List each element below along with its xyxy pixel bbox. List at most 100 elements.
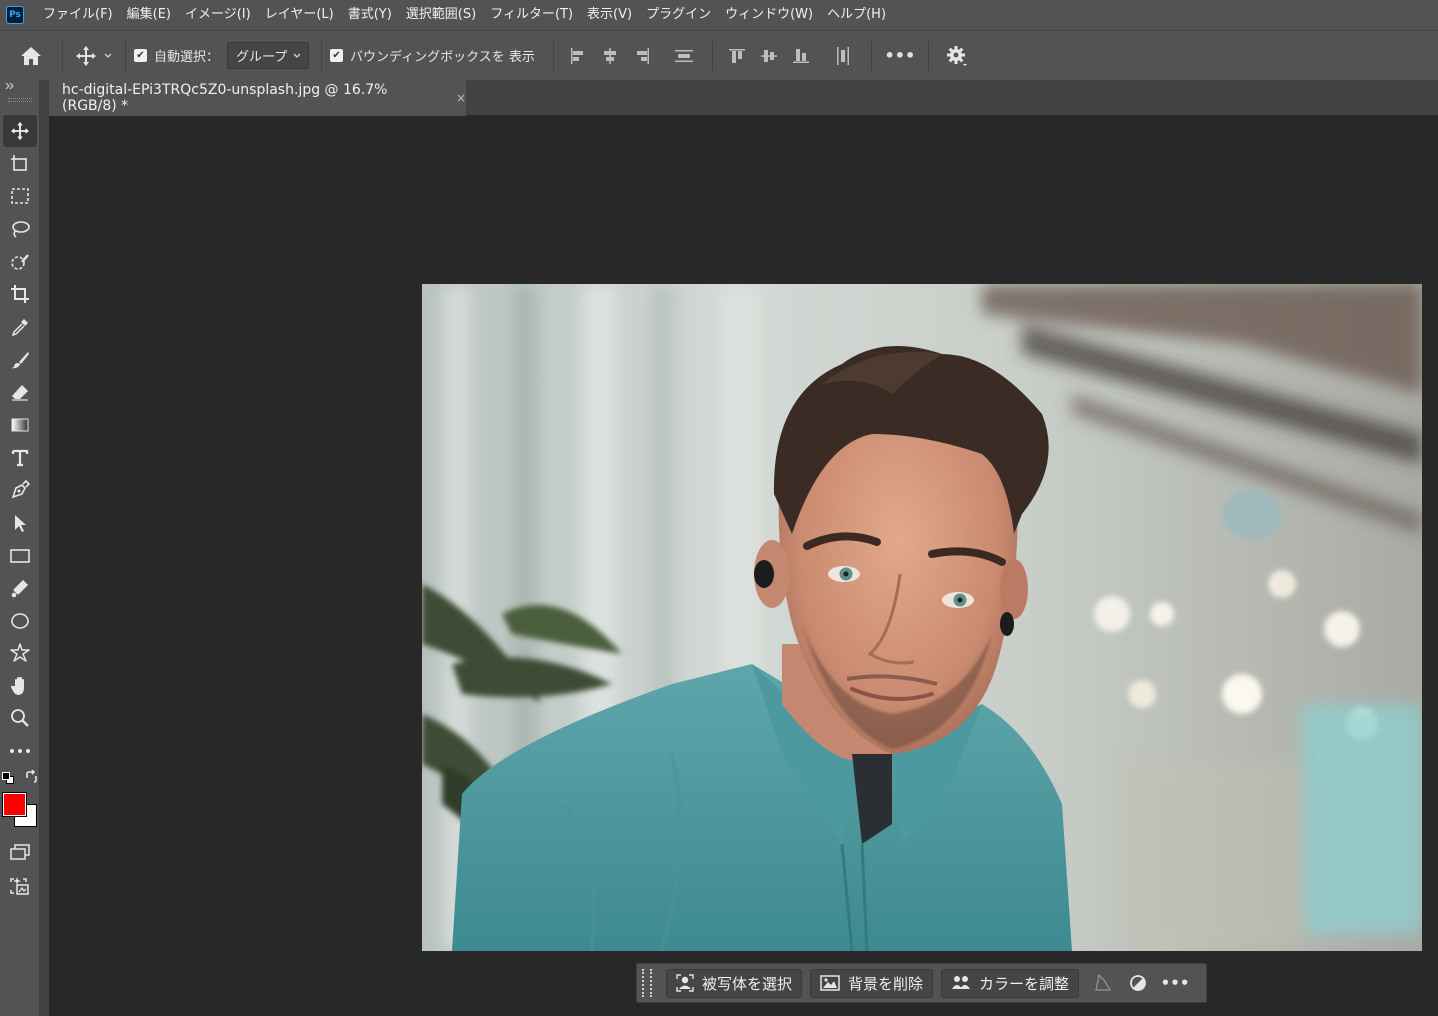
align-horizontal-center-icon [603,47,616,64]
distribute-vertical-button[interactable] [668,47,700,65]
chevron-down-icon [104,53,112,58]
tool-custom-shape[interactable] [0,637,40,669]
tool-quick-mask[interactable] [0,836,40,868]
align-right-icon [636,47,649,64]
distribute-horizontal-icon [836,46,849,65]
menu-help[interactable]: ヘルプ(H) [820,0,893,30]
adjust-color-icon [952,976,971,989]
screen-mode-icon [10,844,30,860]
adjust-color-button[interactable]: カラーを調整 [941,968,1080,998]
menu-layer[interactable]: レイヤー(L) [258,0,341,30]
panel-divider [40,80,49,1016]
tool-lasso[interactable] [0,213,40,245]
tool-more[interactable] [0,735,40,767]
mask-button[interactable] [1119,974,1157,992]
bounding-box-label: バウンディングボックスを 表示 [350,50,535,65]
lasso-icon [12,221,30,238]
tool-eraser[interactable] [0,376,40,408]
document-canvas-image[interactable] [422,284,1422,951]
panel-grip[interactable] [8,98,32,102]
align-bottom-icon [792,48,809,63]
menu-select[interactable]: 選択範囲(S) [399,0,483,30]
path-select-icon [15,515,26,532]
menu-window[interactable]: ウィンドウ(W) [718,0,820,30]
rectangle-icon [10,549,30,563]
marquee-icon [11,188,29,204]
tool-eyedropper[interactable] [0,311,40,343]
photoshop-logo[interactable]: Ps [6,6,24,24]
home-button[interactable] [0,46,62,66]
tool-rectangle[interactable] [0,540,40,572]
tool-paint-bucket[interactable] [0,572,40,604]
align-right-button[interactable] [626,47,658,65]
separator [62,40,63,71]
tool-move[interactable] [3,115,37,147]
align-left-icon [570,47,583,64]
settings-button[interactable] [937,45,977,67]
distribute-vertical-icon [674,49,693,62]
portrait-photo [422,284,1422,951]
checkbox-checked-icon: ✔ [330,49,344,62]
menu-view[interactable]: 表示(V) [580,0,639,30]
separator [321,40,323,71]
auto-select-checkbox[interactable]: ✔ 自動選択： [134,46,219,65]
menu-plugins[interactable]: プラグイン [639,0,718,30]
default-colors-button[interactable] [1,771,15,785]
tools-panel [0,80,40,1016]
collapse-panel-icon[interactable] [5,82,15,90]
contextbar-more-button[interactable]: ••• [1157,974,1193,992]
contrast-icon [1130,975,1146,991]
custom-shape-icon [10,643,30,662]
tool-zoom[interactable] [0,702,40,734]
tool-path-select[interactable] [0,507,40,539]
align-hcenter-button[interactable] [594,47,626,65]
align-left-button[interactable] [562,47,594,65]
auto-select-value: グループ [236,50,288,65]
eraser-icon [12,385,28,401]
drag-handle[interactable] [642,969,652,997]
menu-image[interactable]: イメージ(I) [178,0,258,30]
tool-marquee[interactable] [0,180,40,212]
menu-bar: Ps ファイル(F) 編集(E) イメージ(I) レイヤー(L) 書式(Y) 選… [0,0,1438,30]
transform-button[interactable] [1087,974,1119,992]
document-tab[interactable]: hc-digital-EPi3TRQc5Z0-unsplash.jpg @ 16… [49,80,466,116]
close-icon[interactable]: × [456,91,466,105]
align-top-button[interactable] [721,47,753,65]
select-subject-icon [676,974,694,992]
auto-select-dropdown[interactable]: グループ [227,42,310,69]
swap-colors-icon[interactable] [24,770,38,784]
bounding-box-checkbox[interactable]: ✔ バウンディングボックスを 表示 [330,46,535,65]
foreground-color-swatch[interactable] [2,792,27,817]
move-tool-preset[interactable] [71,45,117,67]
tool-ellipse[interactable] [0,605,40,637]
menu-type[interactable]: 書式(Y) [341,0,399,30]
type-icon [11,449,29,467]
tool-brush[interactable] [0,344,40,376]
menu-edit[interactable]: 編集(E) [120,0,178,30]
artboard-icon [11,155,27,171]
tool-artboard[interactable] [0,148,40,180]
home-icon [21,46,41,65]
tool-hand[interactable] [0,670,40,702]
align-bottom-button[interactable] [785,47,817,65]
move-icon [76,45,96,66]
align-top-icon [728,48,745,63]
more-options-button[interactable]: ••• [880,46,920,65]
menu-file[interactable]: ファイル(F) [36,0,120,30]
document-tab-title: hc-digital-EPi3TRQc5Z0-unsplash.jpg @ 16… [62,82,388,114]
remove-background-label: 背景を削除 [848,974,924,993]
select-subject-button[interactable]: 被写体を選択 [666,968,803,998]
tool-type[interactable] [0,442,40,474]
gear-icon [946,45,967,66]
distribute-horizontal-button[interactable] [827,46,859,66]
remove-background-button[interactable]: 背景を削除 [810,968,934,998]
tool-crop[interactable] [0,278,40,310]
pen-icon [11,480,30,499]
tool-generative[interactable] [0,870,40,902]
menu-filter[interactable]: フィルター(T) [483,0,580,30]
tool-pen[interactable] [0,474,40,506]
tool-quick-select[interactable] [0,246,40,278]
align-vcenter-button[interactable] [753,47,785,65]
hand-icon [11,677,24,695]
tool-gradient[interactable] [0,409,40,441]
